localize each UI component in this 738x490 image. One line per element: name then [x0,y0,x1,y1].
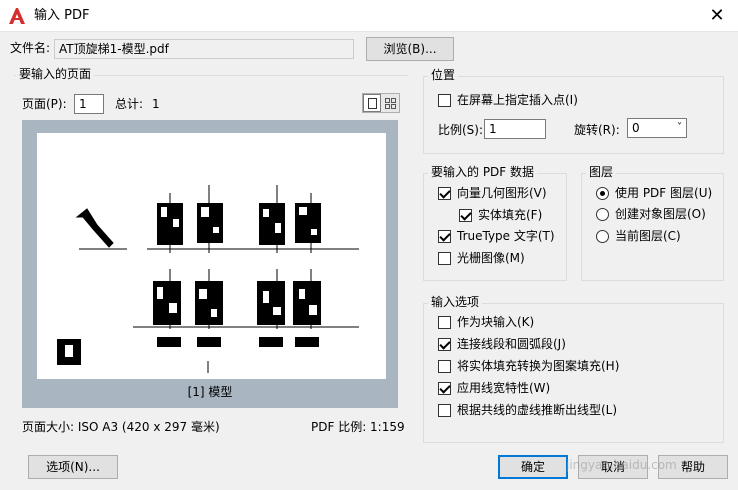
page-label: 页面(P): [22,97,67,111]
layers-group-title: 图层 [586,164,617,180]
single-page-icon [367,97,377,109]
autocad-app-icon [9,8,25,24]
pdf-scale-text: PDF 比例: 1:159 [311,420,405,434]
create-object-layers-radio[interactable]: 创建对象图层(O) [596,206,706,222]
rotation-select[interactable]: 0 ˅ [627,118,687,138]
join-segments-checkbox[interactable]: 连接线段和圆弧段(J) [438,336,566,352]
raster-images-box [438,251,451,265]
convert-to-hatch-checkbox[interactable]: 将实体填充转换为图案填充(H) [438,358,619,374]
page-size-text: 页面大小: ISO A3 (420 x 297 毫米) [22,420,220,434]
convert-to-hatch-box [438,359,451,373]
total-value: 1 [152,97,160,111]
create-object-layers-dot [596,207,609,221]
scale-input[interactable]: 1 [484,119,546,139]
view-toggle [362,93,400,113]
use-pdf-layers-dot [596,186,609,200]
title-bar: 输入 PDF ✕ [0,0,738,32]
page-preview[interactable]: [1] 模型 [22,120,398,408]
file-name-field[interactable]: AT顶旋梯1-模型.pdf [54,39,354,59]
truetype-text-checkbox[interactable]: TrueType 文字(T) [438,228,555,244]
rotation-value: 0 [632,121,640,135]
thumbnail-grid-icon [384,97,396,109]
convert-to-hatch-label: 将实体填充转换为图案填充(H) [457,359,620,373]
vector-geometry-checkbox[interactable]: 向量几何图形(V) [438,185,547,201]
specify-on-screen-label: 在屏幕上指定插入点(I) [457,93,578,107]
infer-linetypes-checkbox[interactable]: 根据共线的虚线推断出线型(L) [438,402,617,418]
specify-on-screen-checkbox[interactable]: 在屏幕上指定插入点(I) [438,92,578,108]
total-label: 总计: [115,97,144,111]
join-segments-box [438,337,451,351]
rotation-label: 旋转(R): [574,123,620,137]
current-layer-radio[interactable]: 当前图层(C) [596,228,681,244]
raster-images-label: 光栅图像(M) [457,251,525,265]
use-pdf-layers-label: 使用 PDF 图层(U) [615,186,713,200]
vector-geometry-box [438,186,451,200]
single-page-view-button[interactable] [363,94,381,112]
preview-caption: [1] 模型 [187,385,233,399]
chevron-down-icon: ˅ [677,122,682,133]
window-title: 输入 PDF [34,8,90,23]
thumbnail-view-button[interactable] [381,94,399,112]
raster-images-checkbox[interactable]: 光栅图像(M) [438,250,525,266]
file-name-label: 文件名: [10,41,51,55]
create-object-layers-label: 创建对象图层(O) [615,207,706,221]
import-as-block-label: 作为块输入(K) [457,315,535,329]
import-options-group-title: 输入选项 [428,294,483,310]
drawing-thumbnail [57,185,359,373]
position-group [423,76,724,154]
truetype-text-box [438,229,451,243]
pages-group-title: 要输入的页面 [16,66,95,82]
solid-fill-box [459,208,472,222]
infer-linetypes-box [438,403,451,417]
preview-page-sheet [37,133,386,379]
apply-lineweight-label: 应用线宽特性(W) [457,381,551,395]
apply-lineweight-box [438,381,451,395]
position-group-title: 位置 [428,67,459,83]
apply-lineweight-checkbox[interactable]: 应用线宽特性(W) [438,380,550,396]
current-layer-label: 当前图层(C) [615,229,681,243]
current-layer-dot [596,229,609,243]
close-icon[interactable]: ✕ [704,4,730,28]
page-input[interactable]: 1 [74,94,104,114]
options-button[interactable]: 选项(N)... [28,455,118,479]
scale-label: 比例(S): [438,123,484,137]
infer-linetypes-label: 根据共线的虚线推断出线型(L) [457,403,618,417]
join-segments-label: 连接线段和圆弧段(J) [457,337,566,351]
truetype-text-label: TrueType 文字(T) [457,229,555,243]
import-as-block-box [438,315,451,329]
ok-button[interactable]: 确定 [498,455,568,479]
browse-button[interactable]: 浏览(B)... [366,37,454,61]
solid-fill-label: 实体填充(F) [478,208,543,222]
watermark: jingyan.baidu.com [566,458,677,472]
solid-fill-checkbox[interactable]: 实体填充(F) [459,207,542,223]
import-as-block-checkbox[interactable]: 作为块输入(K) [438,314,534,330]
vector-geometry-label: 向量几何图形(V) [457,186,547,200]
specify-on-screen-box [438,93,451,107]
pdf-data-group-title: 要输入的 PDF 数据 [428,164,538,180]
use-pdf-layers-radio[interactable]: 使用 PDF 图层(U) [596,185,712,201]
